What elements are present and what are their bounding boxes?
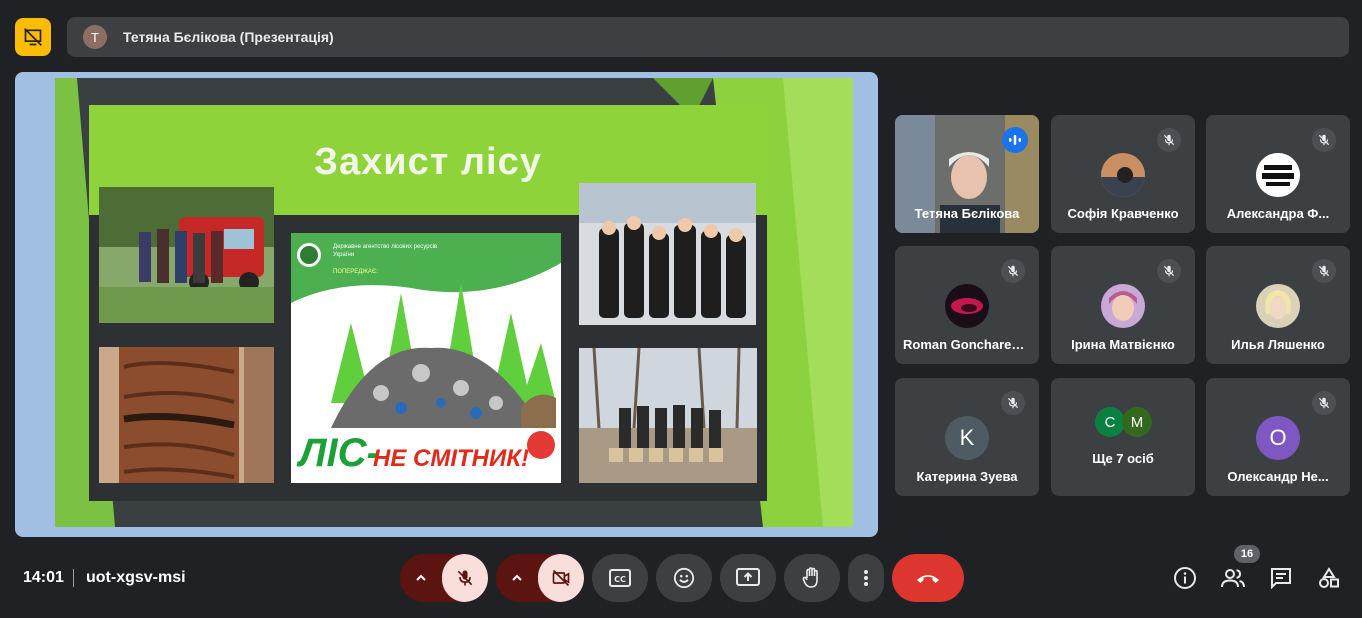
mic-off-icon [1001,259,1025,283]
slide-content: Захист лісу Державне агентство лісових р… [89,105,767,501]
mic-toggle-button[interactable] [442,554,488,602]
poster-org: Державне агентство лісових ресурсів Укра… [333,244,438,258]
participant-tile[interactable]: Ірина Матвієнко [1051,246,1195,364]
participant-avatar [945,284,989,328]
poster-slogan-main: ЛІС- [299,431,380,475]
people-button[interactable] [1219,564,1247,592]
mic-off-icon [457,570,473,586]
presenter-avatar: T [83,25,107,49]
camera-options-chevron-up-icon[interactable] [496,554,538,602]
people-icon [1221,569,1245,588]
meeting-time: 14:01 [23,569,64,586]
participant-tile[interactable]: Александра Ф... [1206,115,1350,233]
mic-options-chevron-up-icon[interactable] [400,554,442,602]
slide-title: Захист лісу [314,141,542,183]
participant-tile-others[interactable]: С М Ще 7 осіб [1051,378,1195,496]
raise-hand-button[interactable] [784,554,840,602]
camera-control-group [496,554,584,602]
mic-control-group [400,554,488,602]
poster-forest-not-dump: Державне агентство лісових ресурсів Укра… [291,233,561,483]
photo-tree-bark [99,347,274,483]
camera-off-icon [552,569,570,587]
emoji-icon [673,567,695,589]
meeting-details-button[interactable] [1171,564,1199,592]
participant-name: Тетяна Бєлікова [914,206,1020,221]
present-screen-button[interactable] [720,554,776,602]
participant-avatar [1101,284,1145,328]
participant-name: Ірина Матвієнко [1071,337,1175,352]
presenter-title: Тетяна Бєлікова (Презентація) [123,29,334,45]
reactions-button[interactable] [656,554,712,602]
participant-avatar: O [1256,416,1300,460]
meeting-code[interactable]: uot-xgsv-msi [86,569,186,587]
mic-off-icon [1312,128,1336,152]
more-options-button[interactable] [848,554,884,602]
presentation-stage[interactable]: Захист лісу Державне агентство лісових р… [15,72,878,537]
participant-avatar [1256,153,1300,197]
captions-button[interactable]: CC [592,554,648,602]
participant-avatar [1101,153,1145,197]
hand-icon [802,567,818,588]
closed-captions-icon: CC [609,569,631,587]
more-vert-icon [864,570,868,586]
participant-tile[interactable]: Илья Ляшенко [1206,246,1350,364]
presenter-bar: T Тетяна Бєлікова (Презентація) [67,17,1349,57]
photo-group-outdoors [579,348,757,483]
info-icon [1174,567,1196,589]
participant-name: Roman Goncharenko [903,337,1035,352]
mic-off-icon [1157,128,1181,152]
divider [73,569,74,587]
participant-name: Александра Ф... [1226,206,1330,221]
participant-name: Илья Ляшенко [1231,337,1325,352]
mic-off-icon [1157,259,1181,283]
chat-button[interactable] [1267,564,1295,592]
speaking-indicator-icon [1002,127,1028,153]
photo-fire-truck [99,187,274,323]
people-count-badge: 16 [1234,545,1260,563]
present-screen-icon [736,568,760,586]
poster-warning: ПОПЕРЕДЖАЄ: [333,269,378,275]
participant-avatar: М [1122,407,1152,437]
participant-name: Катерина Зуева [916,469,1018,484]
participant-tile[interactable]: K Катерина Зуева [895,378,1039,496]
poster-slogan-rest: НЕ СМІТНИК! [373,445,529,472]
participant-tile[interactable]: Софія Кравченко [1051,115,1195,233]
photo-students [579,183,756,325]
leave-call-button[interactable] [892,554,964,602]
svg-text:CC: CC [614,575,626,584]
participant-name: Софія Кравченко [1067,206,1179,221]
mic-off-icon [1312,259,1336,283]
others-count: Ще 7 осіб [1092,451,1154,466]
camera-toggle-button[interactable] [538,554,584,602]
participant-name: Олександр Не... [1227,469,1329,484]
chat-icon [1271,568,1291,589]
activities-button[interactable] [1315,564,1343,592]
activities-shapes-icon [1319,567,1339,588]
participant-avatar: С [1095,407,1125,437]
participant-tile[interactable]: O Олександр Не... [1206,378,1350,496]
mic-off-icon [1001,391,1025,415]
end-call-icon [917,575,939,583]
participant-tile[interactable]: Тетяна Бєлікова [895,115,1039,233]
participant-avatar: K [945,416,989,460]
participant-tile[interactable]: Roman Goncharenko [895,246,1039,364]
presentation-off-icon[interactable] [15,18,51,56]
slide: Захист лісу Державне агентство лісових р… [55,78,853,527]
participant-avatar [1256,284,1300,328]
mic-off-icon [1312,391,1336,415]
